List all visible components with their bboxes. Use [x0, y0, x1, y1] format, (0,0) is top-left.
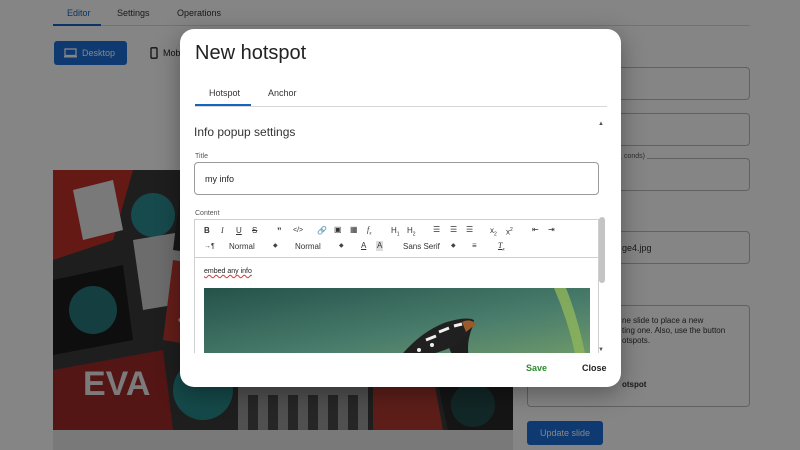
- size-select[interactable]: Normal: [295, 242, 321, 251]
- rich-text-editor[interactable]: B I U S ” </> 🔗 ▣ ▦ fx H1 H2 ☰ ☰ ☰ x2 x2…: [194, 219, 599, 353]
- outdent-icon[interactable]: ⇤: [532, 225, 539, 235]
- bullet-list-icon[interactable]: ☰: [450, 225, 457, 235]
- title-input[interactable]: my info: [194, 162, 599, 195]
- tab-anchor[interactable]: Anchor: [268, 88, 297, 98]
- section-title: Info popup settings: [194, 125, 296, 139]
- header-select[interactable]: Normal: [229, 242, 255, 251]
- heading-1-icon[interactable]: H1: [391, 226, 400, 240]
- butterfly-photo: [204, 288, 590, 353]
- title-field-label: Title: [195, 153, 208, 160]
- editor-toolbar: B I U S ” </> 🔗 ▣ ▦ fx H1 H2 ☰ ☰ ☰ x2 x2…: [195, 220, 598, 258]
- subscript-icon[interactable]: x2: [490, 226, 497, 240]
- superscript-icon[interactable]: x2: [506, 225, 513, 238]
- chevron-down-icon: ◆: [273, 243, 278, 249]
- new-hotspot-dialog: New hotspot Hotspot Anchor Info popup se…: [180, 29, 621, 387]
- blockquote-icon[interactable]: ”: [277, 226, 282, 236]
- indent-icon[interactable]: ⇥: [548, 225, 555, 235]
- code-icon[interactable]: </>: [293, 226, 303, 236]
- image-icon[interactable]: ▣: [334, 225, 342, 235]
- scroll-down-icon[interactable]: ▼: [598, 347, 604, 353]
- dialog-active-tab-indicator: [195, 104, 251, 106]
- scrollbar-thumb[interactable]: [599, 217, 605, 283]
- text-color-icon[interactable]: A: [361, 241, 366, 251]
- dialog-tab-bar: Hotspot Anchor: [195, 87, 607, 107]
- clear-format-icon[interactable]: Tx: [498, 241, 505, 256]
- dialog-scroll-area[interactable]: Info popup settings Title my info Conten…: [194, 121, 607, 353]
- save-button[interactable]: Save: [526, 363, 547, 373]
- editor-content[interactable]: embed any info: [195, 259, 598, 353]
- editor-text: embed any info: [204, 268, 252, 275]
- dialog-title: New hotspot: [195, 42, 307, 64]
- content-field-label: Content: [195, 210, 220, 217]
- align-icon[interactable]: ≡: [472, 241, 477, 251]
- background-color-icon[interactable]: A: [376, 241, 384, 251]
- scroll-up-icon[interactable]: ▲: [598, 121, 604, 127]
- heading-2-icon[interactable]: H2: [407, 226, 416, 240]
- close-button[interactable]: Close: [582, 363, 607, 373]
- ordered-list-icon[interactable]: ☰: [433, 225, 440, 235]
- underline-icon[interactable]: U: [236, 226, 242, 236]
- strikethrough-icon[interactable]: S: [252, 226, 257, 236]
- video-icon[interactable]: ▦: [350, 225, 358, 235]
- formula-icon[interactable]: fx: [367, 225, 371, 240]
- check-list-icon[interactable]: ☰: [466, 225, 473, 235]
- embedded-image: [204, 288, 590, 353]
- dialog-scrollbar[interactable]: ▲ ▼: [598, 121, 606, 353]
- bold-icon[interactable]: B: [204, 226, 210, 236]
- chevron-down-icon: ◆: [451, 243, 456, 249]
- italic-icon[interactable]: I: [221, 226, 224, 236]
- tab-hotspot[interactable]: Hotspot: [209, 88, 240, 98]
- chevron-down-icon: ◆: [339, 243, 344, 249]
- link-icon[interactable]: 🔗: [317, 226, 327, 236]
- font-select[interactable]: Sans Serif: [403, 242, 440, 251]
- text-direction-icon[interactable]: →¶: [204, 242, 215, 252]
